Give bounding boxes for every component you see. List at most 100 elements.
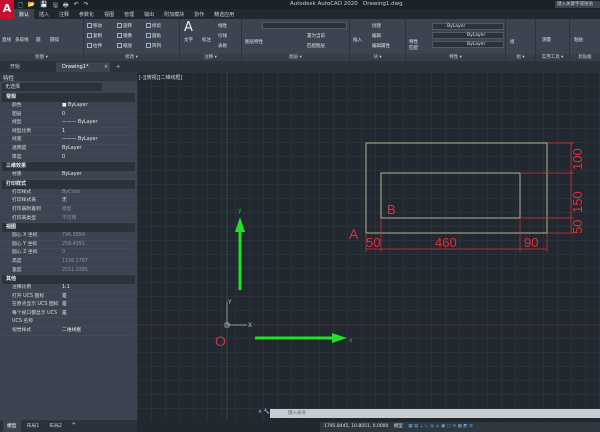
tab-featured-apps[interactable]: 精选应用 [209, 9, 239, 19]
property-row[interactable]: 宽度 2551.3385 [2, 267, 135, 276]
property-value: 无 [62, 198, 67, 204]
modify-panel-title[interactable]: 修改 ▾ [84, 54, 179, 61]
model-space-button[interactable]: 模型 [394, 424, 403, 429]
property-row[interactable]: 打开 UCS 图标 是 [2, 293, 135, 302]
inner-rectangle[interactable] [380, 172, 521, 219]
groups-panel-title[interactable]: 组 ▾ [506, 54, 535, 61]
property-row[interactable]: 注释比例 1:1 [2, 284, 135, 293]
property-row[interactable]: 材质 ByLayer [2, 171, 135, 180]
command-input[interactable]: 键入命令 [270, 409, 600, 418]
property-row[interactable]: 打印表附着到 模型 [2, 206, 135, 215]
property-row[interactable]: 线型比例 1 [2, 128, 135, 137]
drawing-canvas[interactable]: 50 460 90 100 150 50 A B O y x Y X [137, 72, 600, 420]
property-row[interactable]: 打印样式 ByColor [2, 189, 135, 198]
tab-layout1[interactable]: 布局1 [23, 420, 44, 432]
selection-dropdown[interactable]: 无选择 [2, 83, 102, 91]
block-panel-title[interactable]: 块 ▾ [350, 54, 405, 61]
app-menu-button[interactable]: A [0, 0, 14, 19]
create-block-button[interactable]: 创建 [372, 23, 381, 29]
tab-collaborate[interactable]: 协作 [189, 9, 209, 19]
annotation-panel-title[interactable]: 注释 ▾ [180, 54, 241, 61]
property-row[interactable]: 打印样式表 无 [2, 197, 135, 206]
utilities-panel-title[interactable]: 实用工具 ▾ [536, 54, 569, 61]
properties-panel-title[interactable]: 特性 ▾ [406, 54, 505, 61]
set-current-button[interactable]: 置为当前 [307, 33, 325, 39]
tab-addins[interactable]: 附加模块 [159, 9, 189, 19]
tab-view[interactable]: 视图 [99, 9, 119, 19]
text-button[interactable]: 文字 [184, 37, 193, 43]
draw-panel-title[interactable]: 绘图 ▾ [0, 54, 83, 61]
rotate-button[interactable]: 旋转 [117, 23, 132, 29]
section-header[interactable]: 视图 [2, 223, 135, 233]
status-toggle-icons[interactable]: ▦ ▤ ⊥ ∟ ◎ ∠ ▣ ▢ ≡ ▩ ◩ ⚙ [408, 424, 473, 429]
group-button[interactable]: 组 [510, 39, 515, 45]
property-row[interactable]: 圆心 Z 坐标 0 [2, 249, 135, 258]
close-tab-icon[interactable]: × [98, 62, 108, 72]
match-layer-button[interactable]: 匹配图层 [307, 43, 325, 49]
tab-parametric[interactable]: 参数化 [74, 9, 99, 19]
property-row[interactable]: UCS 名称 [2, 318, 135, 328]
add-layout-button[interactable]: + [68, 420, 80, 432]
trim-label: 修剪 [152, 24, 161, 29]
layer-properties-button[interactable]: 图层特性 [245, 39, 263, 45]
move-button[interactable]: 移动 [87, 23, 102, 29]
stretch-button[interactable]: 拉伸 [87, 43, 102, 49]
copy-button[interactable]: 复制 [87, 33, 102, 39]
property-row[interactable]: 图层 0 [2, 111, 135, 120]
property-row[interactable]: 透明度 ByLayer [2, 145, 135, 154]
search-input[interactable]: 键入关键字或短语 [555, 1, 600, 8]
mirror-button[interactable]: 镜像 [117, 33, 132, 39]
tab-model[interactable]: 模型 [3, 420, 21, 432]
edit-attributes-button[interactable]: 编辑属性 [372, 43, 390, 49]
arc-button[interactable]: 圆弧 [50, 37, 59, 43]
circle-button[interactable]: 圆 [36, 37, 41, 43]
tab-insert[interactable]: 插入 [34, 9, 54, 19]
property-row[interactable]: 线型 ——— ByLayer [2, 119, 135, 128]
scale-button[interactable]: 缩放 [117, 43, 132, 49]
properties-title: 特性 [0, 72, 137, 82]
lineweight-dropdown[interactable]: ByLayer [432, 41, 504, 48]
property-row[interactable]: 圆心 Y 坐标 258.4391 [2, 241, 135, 250]
property-row[interactable]: 颜色 ■ ByLayer [2, 102, 135, 111]
table-button[interactable]: 表格 [218, 43, 227, 49]
section-header[interactable]: 打印样式 [2, 179, 135, 189]
tab-start[interactable]: 开始 [4, 62, 54, 72]
property-row[interactable]: 在原点显示 UCS 图标是 [2, 301, 135, 310]
section-header[interactable]: 常规 [2, 93, 135, 102]
dimension-button[interactable]: 标注 [202, 37, 211, 43]
property-row[interactable]: 圆心 X 坐标 796.3894 [2, 232, 135, 241]
tab-layout2[interactable]: 布局2 [45, 420, 66, 432]
paste-button[interactable]: 粘贴 [574, 37, 583, 43]
linear-button[interactable]: 线性 [218, 23, 227, 29]
tab-manage[interactable]: 管理 [119, 9, 139, 19]
array-button[interactable]: 阵列 [146, 43, 161, 49]
color-dropdown[interactable]: ByLayer [432, 23, 504, 30]
viewport-controls[interactable]: [-][俯视][二维线框] [139, 74, 183, 81]
property-name: 打印样式 [12, 189, 32, 195]
section-header[interactable]: 其他 [2, 275, 135, 285]
tab-home[interactable]: 默认 [14, 9, 35, 19]
tab-annotate[interactable]: 注释 [54, 9, 74, 19]
measure-button[interactable]: 测量 [542, 37, 551, 43]
property-row[interactable]: 打印表类型 不可用 [2, 215, 135, 224]
document-tabs: 开始 Drawing1* × + [0, 61, 600, 72]
new-tab-button[interactable]: + [110, 62, 120, 72]
layers-panel-title[interactable]: 图层 ▾ [242, 54, 349, 61]
property-row[interactable]: 线宽 ——— ByLayer [2, 136, 135, 145]
line-button[interactable]: 直线 [2, 37, 11, 43]
tab-output[interactable]: 输出 [139, 9, 159, 19]
edit-block-button[interactable]: 编辑 [372, 33, 381, 39]
property-row[interactable]: 高度 1156.1787 [2, 258, 135, 267]
property-row[interactable]: 厚度 0 [2, 154, 135, 163]
linetype-dropdown[interactable]: ByLayer [432, 32, 504, 39]
property-row[interactable]: 视觉样式 二维线框 [2, 327, 135, 336]
trim-button[interactable]: 修剪 [146, 23, 161, 29]
leader-button[interactable]: 引线 [218, 33, 227, 39]
layer-dropdown[interactable] [262, 22, 347, 29]
polyline-button[interactable]: 多段线 [15, 37, 29, 43]
section-header[interactable]: 三维效果 [2, 162, 135, 172]
property-row[interactable]: 每个视口都显示 UCS 是 [2, 310, 135, 319]
fillet-button[interactable]: 圆角 [146, 33, 161, 39]
match-properties-button[interactable]: 特性匹配 [409, 39, 421, 51]
insert-button[interactable]: 插入 [353, 37, 362, 43]
